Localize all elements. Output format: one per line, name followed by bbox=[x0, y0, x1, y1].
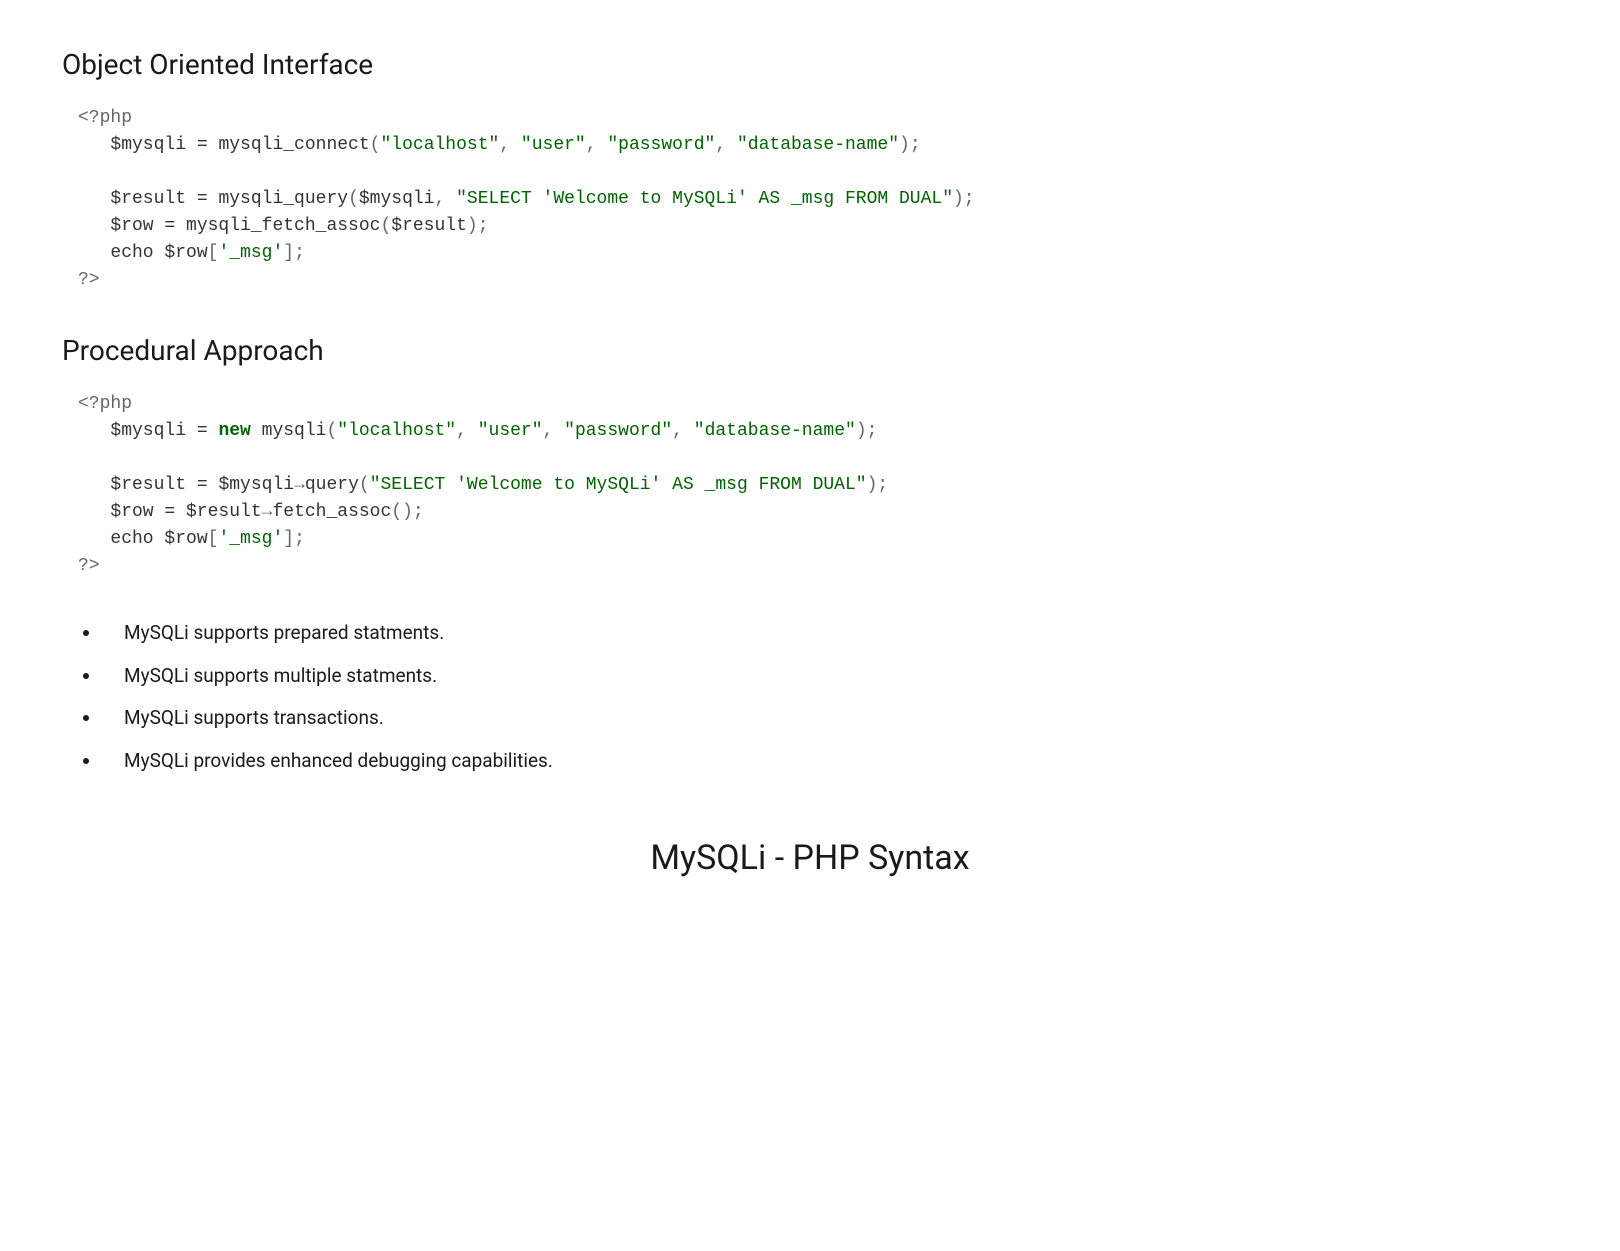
php-open-tag: <?php bbox=[78, 394, 132, 414]
feature-list: MySQLi supports prepared statments. MySQ… bbox=[102, 612, 1558, 782]
procedural-code-block: <?php $mysqli = new mysqli("localhost", … bbox=[78, 391, 1558, 580]
php-close-tag: ?> bbox=[78, 270, 100, 290]
page-title: MySQLi - PHP Syntax bbox=[62, 838, 1558, 878]
php-close-tag: ?> bbox=[78, 556, 100, 576]
list-item: MySQLi supports multiple statments. bbox=[102, 655, 1558, 698]
list-item: MySQLi supports transactions. bbox=[102, 697, 1558, 740]
procedural-heading: Procedural Approach bbox=[62, 334, 1558, 367]
list-item: MySQLi provides enhanced debugging capab… bbox=[102, 740, 1558, 783]
php-open-tag: <?php bbox=[78, 108, 132, 128]
list-item: MySQLi supports prepared statments. bbox=[102, 612, 1558, 655]
oop-heading: Object Oriented Interface bbox=[62, 48, 1558, 81]
oop-code-block: <?php $mysqli = mysqli_connect("localhos… bbox=[78, 105, 1558, 294]
